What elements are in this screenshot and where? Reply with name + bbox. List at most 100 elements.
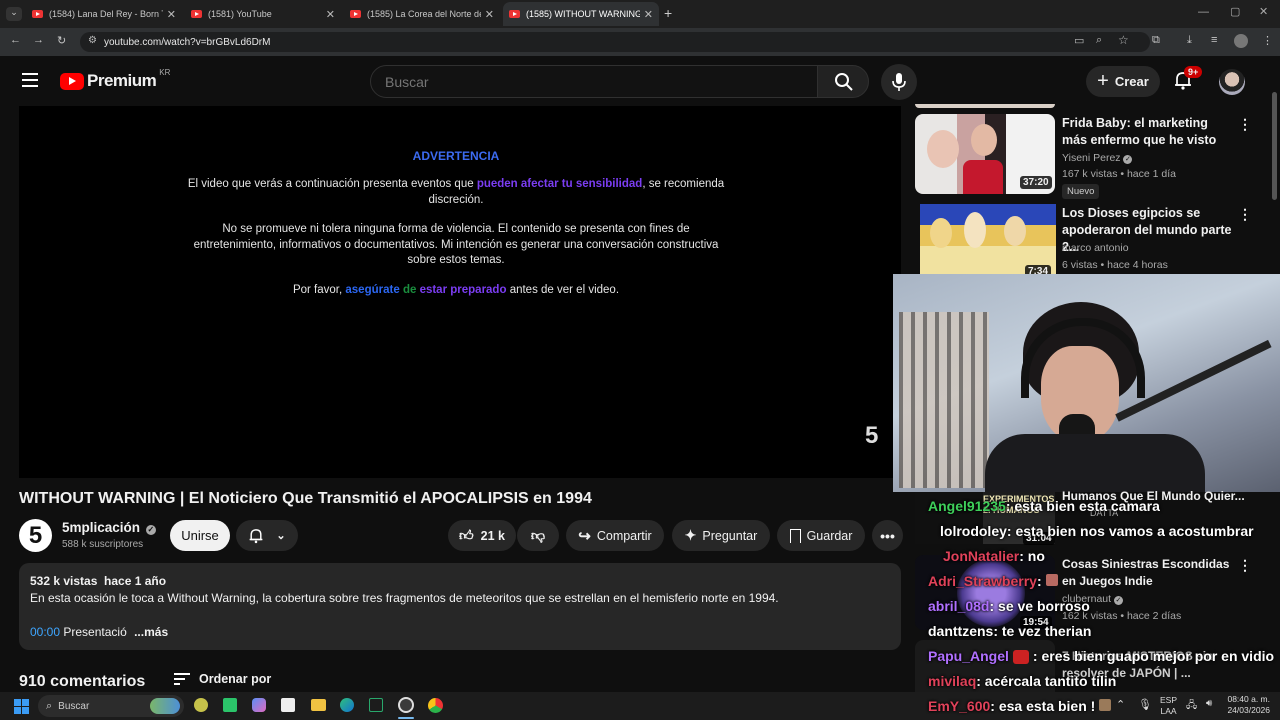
show-more-link[interactable]: ...más	[134, 625, 168, 639]
bookmark-icon	[789, 528, 801, 543]
system-tray-chevron-icon[interactable]: ⌃	[1116, 698, 1125, 711]
taskbar-search-box[interactable]: ⌕ Buscar	[38, 695, 184, 717]
chat-message: JonNatalier: no	[943, 548, 1045, 564]
obs-icon[interactable]	[398, 697, 414, 713]
subscriber-count: 588 k suscriptores	[62, 539, 144, 550]
join-button[interactable]: Unirse	[170, 520, 230, 551]
more-horizontal-icon: •••	[880, 527, 895, 544]
address-bar[interactable]: ⚙ youtube.com/watch?v=brGBvLd6DrM ▭ ⌕ ☆	[80, 32, 1150, 52]
chat-message: lolrodoley: esta bien nos vamos a acostu…	[940, 523, 1254, 539]
close-tab-icon[interactable]: ✕	[644, 8, 653, 21]
video-player[interactable]: ADVERTENCIA El video que verás a continu…	[19, 106, 901, 478]
back-arrow-icon[interactable]: ←	[10, 34, 21, 46]
notifications-button[interactable]: 9+	[1173, 66, 1203, 92]
sidebar-video-item[interactable]: 37:20 Frida Baby: el marketing más enfer…	[915, 114, 1255, 200]
search-input[interactable]	[370, 65, 818, 98]
subscribed-notifications-button[interactable]: ⌄	[236, 520, 298, 551]
sidebar-video-meta: 6 vistas • hace 4 horas	[1062, 259, 1168, 271]
sidebar-video-item[interactable]: 7:34 Los Dioses egipcios se apoderaron d…	[915, 204, 1255, 278]
widgets-icon[interactable]	[194, 698, 208, 712]
youtube-favicon-icon	[509, 10, 520, 18]
cast-icon[interactable]: ▭	[1074, 34, 1084, 47]
close-tab-icon[interactable]: ✕	[326, 8, 335, 21]
sidebar-scrollbar[interactable]	[1272, 92, 1277, 200]
more-vertical-icon[interactable]: ⋮	[1238, 557, 1252, 574]
verified-icon: ✓	[1113, 596, 1123, 605]
file-explorer-icon[interactable]	[311, 699, 326, 711]
search-icon	[835, 73, 853, 91]
chat-message: mivilaq: acércala tantito tilin	[928, 673, 1117, 689]
search-button[interactable]	[817, 65, 869, 98]
minimize-window-button[interactable]: —	[1198, 6, 1209, 18]
app-icon-xbox[interactable]	[369, 698, 383, 712]
browser-tab[interactable]: (1581) YouTube ✕	[185, 2, 341, 26]
more-vertical-icon[interactable]: ⋮	[1238, 206, 1252, 223]
view-count-date: 532 k vistas hace 1 año	[30, 574, 167, 588]
sort-comments-button[interactable]: Ordenar por	[174, 672, 271, 686]
share-button[interactable]: ↪ Compartir	[566, 520, 664, 551]
language-indicator[interactable]: ESP LAA	[1160, 695, 1177, 717]
chevron-down-icon: ⌄	[276, 530, 286, 542]
reading-list-icon[interactable]: ≡	[1211, 34, 1217, 46]
like-button[interactable]: 👍︎ 21 k	[448, 520, 516, 551]
sidebar-video-title: Frida Baby: el marketing más enfermo que…	[1062, 116, 1217, 147]
avatar[interactable]	[1219, 69, 1245, 95]
microphone-tray-icon[interactable]: 🎙︎	[1138, 698, 1152, 711]
hamburger-menu-icon[interactable]	[22, 73, 38, 87]
browser-tab[interactable]: (1584) Lana Del Rey - Born To Di✕	[26, 2, 182, 26]
chrome-icon[interactable]	[428, 698, 443, 713]
share-arrow-icon: ↪	[578, 527, 591, 545]
save-button[interactable]: Guardar	[777, 520, 865, 551]
site-info-icon[interactable]: ⚙	[88, 35, 97, 46]
browser-menu-icon[interactable]: ⋮	[1262, 34, 1273, 47]
bell-icon	[249, 529, 263, 544]
edge-icon[interactable]	[340, 698, 354, 712]
reload-icon[interactable]: ↻	[57, 34, 66, 47]
webcam-overlay	[893, 274, 1280, 492]
close-window-button[interactable]: ✕	[1259, 5, 1268, 18]
extensions-icon[interactable]: ⧉	[1152, 34, 1160, 47]
more-actions-button[interactable]: •••	[872, 520, 903, 551]
youtube-favicon-icon	[32, 10, 43, 18]
download-icon[interactable]: ⤓	[1187, 34, 1192, 47]
channel-name[interactable]: 5mplicación ✓	[62, 520, 156, 535]
copilot-icon[interactable]	[252, 698, 266, 712]
close-tab-icon[interactable]: ✕	[485, 8, 494, 21]
channel-avatar[interactable]: 5	[19, 519, 52, 552]
voice-search-button[interactable]	[881, 64, 917, 100]
clock[interactable]: 08:40 a. m. 24/03/2026	[1226, 694, 1270, 716]
sidebar-video-title: Cosas Siniestras Escondidas en Juegos In…	[1062, 557, 1230, 588]
verified-icon: ✓	[145, 525, 156, 535]
browser-tab-active[interactable]: (1585) WITHOUT WARNING | E✕	[503, 2, 659, 26]
volume-icon[interactable]: 🔊︎	[1206, 698, 1212, 709]
youtube-premium-logo[interactable]: Premium KR	[60, 68, 170, 91]
video-title: WITHOUT WARNING | El Noticiero Que Trans…	[19, 490, 592, 507]
youtube-play-logo-icon	[60, 72, 84, 90]
network-icon[interactable]: 🖧︎	[1186, 698, 1197, 715]
tab-search-icon[interactable]: ⌄	[6, 7, 22, 21]
store-icon[interactable]	[281, 698, 295, 712]
close-tab-icon[interactable]: ✕	[167, 8, 176, 21]
plus-icon: +	[1097, 70, 1109, 92]
description-box[interactable]: 532 k vistas hace 1 año En esta ocasión …	[19, 563, 901, 650]
bookmark-star-icon[interactable]: ☆	[1118, 33, 1129, 47]
youtube-favicon-icon	[350, 10, 361, 18]
microphone-icon	[892, 73, 906, 91]
profile-icon[interactable]	[1234, 34, 1248, 48]
dislike-button[interactable]: 👎︎	[517, 520, 559, 551]
chat-message: abril_08d: se ve borroso	[928, 598, 1090, 614]
app-icon-green[interactable]	[223, 698, 237, 712]
search-highlight-icon	[150, 698, 180, 714]
more-vertical-icon[interactable]: ⋮	[1238, 116, 1252, 133]
browser-tab[interactable]: (1585) La Corea del Norte de E ✕	[344, 2, 500, 26]
chapter-timestamp-link[interactable]: 00:00	[30, 625, 60, 639]
windows-start-icon[interactable]	[14, 699, 29, 714]
chat-message: Adri_Strawberry:	[928, 573, 1058, 589]
zoom-icon[interactable]: ⌕	[1096, 34, 1102, 47]
create-button[interactable]: + Crear	[1086, 66, 1160, 97]
ask-button[interactable]: ✦ Preguntar	[672, 520, 770, 551]
maximize-window-button[interactable]: ▢	[1230, 5, 1240, 18]
new-tab-button[interactable]: +	[664, 5, 672, 21]
emote-icon	[1099, 699, 1112, 711]
forward-arrow-icon[interactable]: →	[33, 34, 44, 46]
